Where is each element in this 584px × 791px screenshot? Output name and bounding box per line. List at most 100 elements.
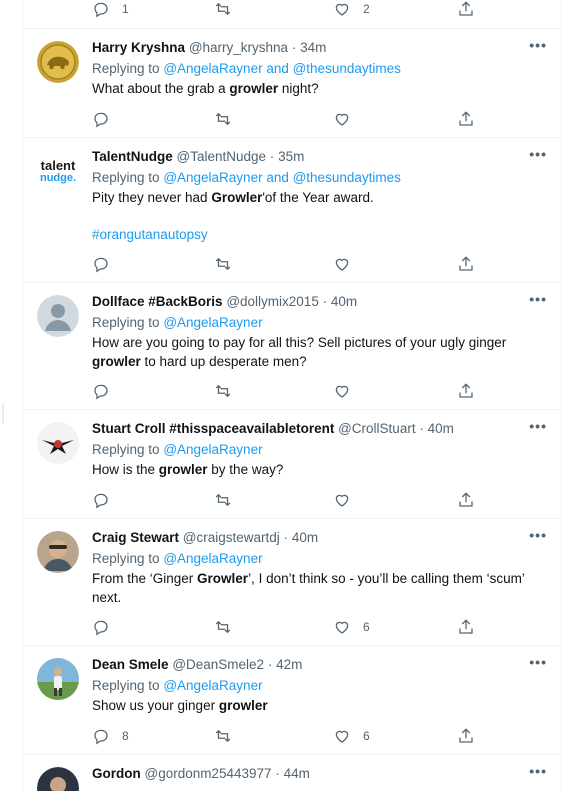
user-handle[interactable]: @CrollStuart	[338, 421, 415, 436]
tweet[interactable]: Stuart Croll #thisspaceavailabletorent @…	[23, 409, 561, 519]
tweet-header: Dollface #BackBoris @dollymix2015 · 40m	[92, 291, 547, 313]
timestamp[interactable]: 35m	[278, 149, 304, 164]
retweet-button[interactable]	[214, 616, 232, 638]
like-count: 6	[363, 729, 370, 743]
share-button[interactable]	[457, 380, 475, 402]
replying-prefix: Replying to	[92, 170, 160, 185]
reply-icon	[94, 493, 108, 509]
photo-person-avatar[interactable]	[37, 658, 79, 700]
timestamp[interactable]: 44m	[284, 766, 310, 781]
replying-to-users[interactable]: @AngelaRayner	[163, 315, 262, 330]
user-handle[interactable]: @TalentNudge	[177, 149, 267, 164]
replying-to-users[interactable]: @AngelaRayner	[163, 551, 262, 566]
scroll-edge-mark	[2, 404, 4, 424]
like-icon	[335, 3, 349, 16]
share-icon	[459, 383, 473, 398]
tweet[interactable]: Dean Smele @DeanSmele2 · 42m Replying to…	[23, 645, 561, 755]
like-button[interactable]: 6	[333, 725, 370, 747]
replying-to: Replying to @AngelaRayner	[92, 440, 547, 460]
reply-button[interactable]: 8	[92, 725, 129, 747]
more-icon[interactable]: •••	[529, 418, 547, 434]
tweet-text: Show us your ginger growler	[92, 698, 268, 713]
more-icon[interactable]: •••	[529, 763, 547, 779]
like-button[interactable]	[333, 489, 363, 511]
separator-dot: ·	[269, 149, 275, 164]
tweet-header: Craig Stewart @craigstewartdj · 40m	[92, 527, 547, 549]
timestamp[interactable]: 34m	[300, 40, 326, 55]
user-handle[interactable]: @gordonm25443977	[145, 766, 272, 781]
replying-to-users[interactable]: @AngelaRayner and @thesundaytimes	[163, 61, 401, 76]
user-handle[interactable]: @DeanSmele2	[172, 657, 264, 672]
tweet[interactable]: Dollface #BackBoris @dollymix2015 · 40m …	[23, 282, 561, 410]
like-button[interactable]	[333, 380, 363, 402]
retweet-button[interactable]	[214, 725, 232, 747]
share-button[interactable]	[457, 108, 475, 130]
bird-emblem-avatar[interactable]	[37, 422, 79, 464]
replying-to-users[interactable]: @AngelaRayner and @thesundaytimes	[163, 170, 401, 185]
svg-text:nudge.: nudge.	[40, 172, 76, 184]
hashtag-link[interactable]: #orangutanautopsy	[92, 226, 547, 244]
more-icon[interactable]: •••	[529, 291, 547, 307]
gold-coin-bison-avatar[interactable]	[37, 41, 79, 83]
like-button[interactable]: 6	[333, 616, 370, 638]
reply-button[interactable]	[92, 108, 122, 130]
timestamp[interactable]: 40m	[331, 294, 357, 309]
share-icon	[459, 1, 473, 16]
tweet[interactable]: Gordon @gordonm25443977 · 44m •••	[23, 754, 561, 791]
user-handle[interactable]: @dollymix2015	[226, 294, 319, 309]
reply-icon	[94, 257, 108, 273]
user-handle[interactable]: @craigstewartdj	[183, 530, 280, 545]
replying-prefix: Replying to	[92, 442, 160, 457]
photo-person-avatar[interactable]	[37, 531, 79, 573]
replying-to: Replying to @AngelaRayner	[92, 676, 547, 696]
reply-button[interactable]	[92, 253, 122, 275]
display-name[interactable]: Harry Kryshna	[92, 40, 185, 55]
display-name[interactable]: Dean Smele	[92, 657, 169, 672]
share-button[interactable]	[457, 0, 475, 20]
retweet-button[interactable]	[214, 489, 232, 511]
like-icon	[335, 113, 349, 126]
replying-to-users[interactable]: @AngelaRayner	[163, 678, 262, 693]
more-icon[interactable]: •••	[529, 527, 547, 543]
share-button[interactable]	[457, 725, 475, 747]
like-button[interactable]: 2	[333, 0, 370, 20]
share-button[interactable]	[457, 253, 475, 275]
display-name[interactable]: Dollface #BackBoris	[92, 294, 223, 309]
retweet-button[interactable]	[214, 380, 232, 402]
default-person-avatar[interactable]	[37, 295, 79, 337]
replying-prefix: Replying to	[92, 551, 160, 566]
more-icon[interactable]: •••	[529, 37, 547, 53]
talentnudge-logo-avatar[interactable]: talent nudge.	[37, 150, 79, 192]
display-name[interactable]: TalentNudge	[92, 149, 173, 164]
retweet-button[interactable]	[214, 253, 232, 275]
more-icon[interactable]: •••	[529, 146, 547, 162]
timeline-column: 1 2 Harry Kryshna @harry_kryshna · 34m R…	[22, 0, 562, 791]
tweet[interactable]: Craig Stewart @craigstewartdj · 40m Repl…	[23, 518, 561, 646]
retweet-icon	[215, 2, 231, 16]
replying-to: Replying to @AngelaRayner and @thesunday…	[92, 59, 547, 79]
timestamp[interactable]: 40m	[292, 530, 318, 545]
like-icon	[335, 258, 349, 271]
user-handle[interactable]: @harry_kryshna	[189, 40, 288, 55]
display-name[interactable]: Stuart Croll #thisspaceavailabletorent	[92, 421, 334, 436]
like-button[interactable]	[333, 108, 363, 130]
reply-button[interactable]: 1	[92, 0, 129, 20]
display-name[interactable]: Gordon	[92, 766, 141, 781]
more-icon[interactable]: •••	[529, 654, 547, 670]
retweet-button[interactable]	[214, 108, 232, 130]
reply-button[interactable]	[92, 616, 122, 638]
timestamp[interactable]: 40m	[428, 421, 454, 436]
retweet-button[interactable]	[214, 0, 232, 20]
reply-button[interactable]	[92, 489, 122, 511]
timestamp[interactable]: 42m	[276, 657, 302, 672]
photo-person-avatar[interactable]	[37, 767, 79, 791]
tweet[interactable]: talent nudge. TalentNudge @TalentNudge ·…	[23, 137, 561, 283]
share-button[interactable]	[457, 489, 475, 511]
replying-to-users[interactable]: @AngelaRayner	[163, 442, 262, 457]
display-name[interactable]: Craig Stewart	[92, 530, 179, 545]
like-button[interactable]	[333, 253, 363, 275]
share-button[interactable]	[457, 616, 475, 638]
tweet[interactable]: Harry Kryshna @harry_kryshna · 34m Reply…	[23, 28, 561, 138]
reply-button[interactable]	[92, 380, 122, 402]
tweet-header: Dean Smele @DeanSmele2 · 42m	[92, 654, 547, 676]
